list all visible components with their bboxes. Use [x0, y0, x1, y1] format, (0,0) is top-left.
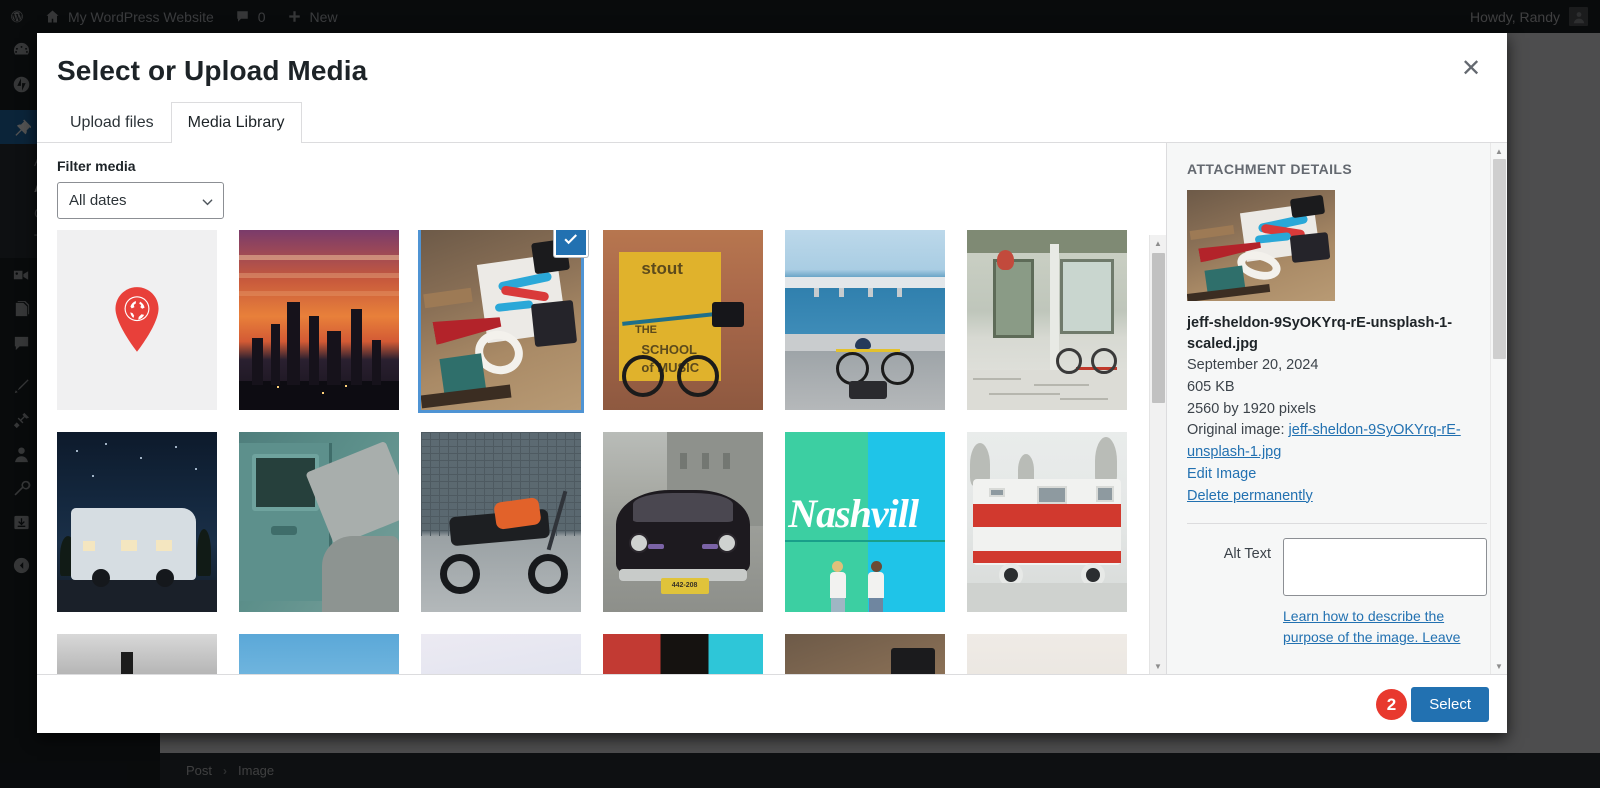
attachments-scrollbar[interactable]: ▲ ▼	[1149, 235, 1166, 674]
modal-title: Select or Upload Media	[57, 55, 368, 86]
thumbnail-image	[57, 432, 217, 612]
attachment-filename: jeff-sheldon-9SyOKYrq-rE-unsplash-1-scal…	[1187, 315, 1453, 353]
details-divider	[1187, 523, 1487, 525]
modal-tabs: Upload files Media Library	[37, 101, 1507, 143]
thumbnail-image: 442-208	[603, 432, 763, 612]
attachment-original-image-row: Original image: jeff-sheldon-9SyOKYrq-rE…	[1187, 420, 1487, 464]
attachment-pale-gradient-photo[interactable]	[421, 634, 581, 674]
thumbnail-image	[785, 634, 945, 674]
attachment-desk-flatlay-closeup[interactable]	[785, 634, 945, 674]
attachment-white-plate-still-life[interactable]	[967, 634, 1127, 674]
attachment-city-sunset-skyline[interactable]	[239, 230, 399, 410]
close-icon[interactable]: ✕	[1447, 45, 1495, 93]
attachment-electric-motorcycle-wall[interactable]	[421, 432, 581, 612]
attachments-scroll-area[interactable]: 1	[37, 230, 1166, 674]
attachment-yellow-bike-by-bridge[interactable]	[785, 230, 945, 410]
thumbnail-image	[239, 230, 399, 410]
thumbnail-image: Nashvill	[785, 432, 945, 612]
alt-text-help-link[interactable]: Learn how to describe the purpose of the…	[1283, 608, 1460, 645]
attachment-details-thumbnail	[1187, 190, 1335, 301]
attachment-map-pin-placeholder[interactable]	[57, 230, 217, 410]
thumbnail-image	[603, 634, 763, 674]
map-pin-icon	[57, 230, 217, 410]
details-scrollbar[interactable]: ▲ ▼	[1490, 143, 1507, 674]
media-modal: ✕ Select or Upload Media Upload files Me…	[37, 33, 1507, 733]
wp-admin-root: My WordPress Website 0 New Howdy, Randy …	[0, 0, 1600, 788]
thumbnail-image	[421, 634, 581, 674]
thumbnail-image	[967, 634, 1127, 674]
attachment-cafe-storefront-bikes[interactable]	[967, 230, 1127, 410]
step-badge-2: 2	[1376, 689, 1407, 720]
date-filter-select[interactable]: All dates	[57, 182, 224, 219]
filter-media-label: Filter media	[57, 158, 136, 174]
attachment-filesize: 605 KB	[1187, 378, 1235, 395]
thumbnail-image	[239, 432, 399, 612]
scroll-up-icon[interactable]: ▲	[1154, 235, 1162, 251]
attachment-date: September 20, 2024	[1187, 357, 1319, 374]
modal-body: Filter media All dates Search media	[37, 143, 1507, 674]
filter-media-group: Filter media All dates	[57, 158, 224, 219]
tab-media-library[interactable]: Media Library	[170, 102, 302, 143]
scroll-down-icon[interactable]: ▼	[1154, 658, 1162, 674]
thumbnail-image	[421, 230, 581, 410]
thumbnail-image	[57, 634, 217, 674]
thumbnail-image	[421, 432, 581, 612]
attachment-karmann-ghia-classic-car[interactable]: 442-208	[603, 432, 763, 612]
alt-text-field-row: Alt Text Learn how to describe the purpo…	[1187, 538, 1487, 648]
media-toolbar: Filter media All dates Search media	[37, 143, 1166, 227]
select-button[interactable]: Select	[1411, 686, 1489, 722]
selection-check-icon[interactable]	[554, 230, 588, 257]
original-image-label: Original image:	[1187, 422, 1285, 439]
thumbnail-image	[239, 634, 399, 674]
attachments-grid: 1	[57, 230, 1150, 674]
thumbnail-image	[785, 230, 945, 410]
thumbnail-image	[967, 432, 1127, 612]
attachment-bicycle-yellow-wall[interactable]: stout THE SCHOOL of MUSIC	[603, 230, 763, 410]
tab-upload-files[interactable]: Upload files	[53, 102, 171, 143]
attachment-dimensions: 2560 by 1920 pixels	[1187, 400, 1316, 417]
alt-text-input[interactable]	[1283, 538, 1487, 597]
attachment-details-heading: ATTACHMENT DETAILS	[1187, 161, 1353, 177]
attachment-yellow-car-red-door[interactable]	[603, 634, 763, 674]
attachment-red-white-vintage-rv[interactable]	[967, 432, 1127, 612]
edit-image-link[interactable]: Edit Image	[1187, 466, 1256, 482]
scroll-up-icon[interactable]: ▲	[1495, 143, 1503, 159]
attachment-nashville-mural[interactable]: Nashvill	[785, 432, 945, 612]
attachment-black-white-street[interactable]	[57, 634, 217, 674]
scroll-down-icon[interactable]: ▼	[1495, 658, 1503, 674]
thumbnail-image	[967, 230, 1127, 410]
attachment-vintage-teal-truck[interactable]	[239, 432, 399, 612]
alt-text-label: Alt Text	[1223, 546, 1271, 563]
attachments-browser: Filter media All dates Search media	[37, 143, 1167, 674]
delete-permanently-link[interactable]: Delete permanently	[1187, 486, 1313, 508]
selected-attachment[interactable]: 1	[418, 230, 588, 413]
alt-text-help: Learn how to describe the purpose of the…	[1283, 606, 1487, 648]
thumbnail-image: stout THE SCHOOL of MUSIC	[603, 230, 763, 410]
attachment-motorcycle-against-sky[interactable]	[239, 634, 399, 674]
attachment-details-panel: ATTACHMENT DETAILS jeff-sheldon-9SyOKYrq…	[1167, 143, 1507, 674]
attachment-rv-camper-night-sky[interactable]	[57, 432, 217, 612]
modal-footer: 2 Select	[37, 674, 1507, 733]
